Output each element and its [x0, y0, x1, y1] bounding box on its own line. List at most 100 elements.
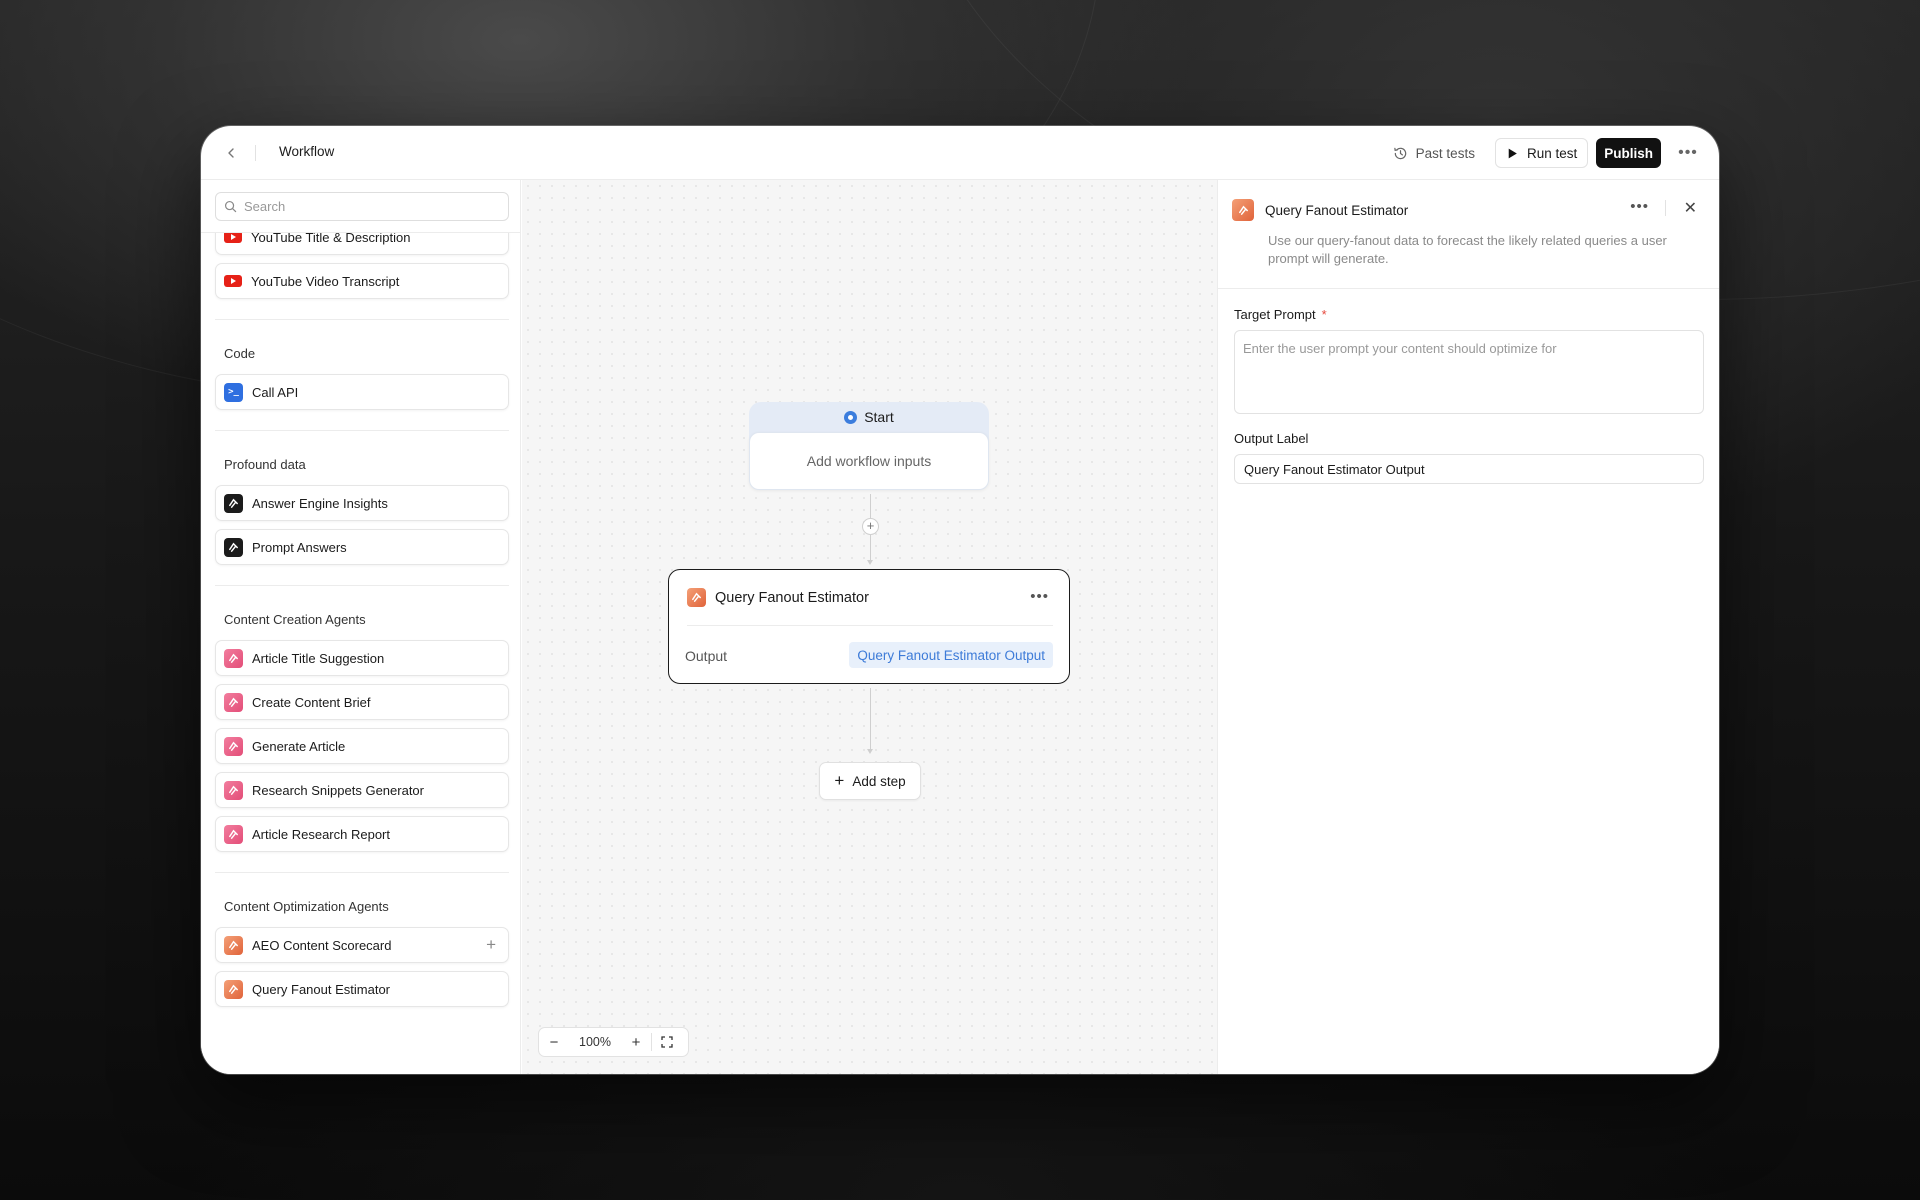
start-icon — [844, 410, 858, 424]
sidebar-item-call-api[interactable]: >_ Call API — [215, 374, 509, 410]
history-icon — [1393, 147, 1406, 159]
app-window: Workflow Past tests Run test Publish ••• — [201, 126, 1719, 1074]
sidebar-item-youtube-video-transcript[interactable]: YouTube Video Transcript — [215, 263, 509, 299]
zoom-controls: − 100% + — [538, 1027, 689, 1057]
add-step-label: Add step — [852, 773, 906, 789]
sidebar-item-prompt-answers[interactable]: Prompt Answers — [215, 529, 509, 565]
run-test-button[interactable]: Run test — [1494, 138, 1589, 168]
sidebar-item-answer-engine-insights[interactable]: Answer Engine Insights — [215, 485, 509, 521]
header-divider — [255, 145, 256, 161]
sidebar-item-article-research-report[interactable]: Article Research Report — [215, 816, 509, 852]
search-input[interactable] — [244, 199, 494, 214]
page-title: Workflow — [279, 144, 335, 159]
top-bar: Workflow Past tests Run test Publish ••• — [201, 126, 1719, 180]
zoom-out-button[interactable]: − — [539, 1027, 569, 1057]
search-box — [215, 192, 509, 221]
play-icon — [1508, 148, 1517, 158]
youtube-icon — [224, 233, 242, 243]
required-marker: * — [1321, 307, 1327, 322]
step-output-badge: Query Fanout Estimator Output — [849, 642, 1053, 668]
connector-arrow-icon — [867, 749, 873, 754]
fullscreen-icon — [661, 1036, 673, 1048]
step-more-icon[interactable]: ••• — [1030, 588, 1049, 605]
step-list: YouTube Title & Description YouTube Vide… — [201, 233, 520, 1074]
past-tests-button[interactable]: Past tests — [1381, 138, 1487, 168]
panel-header-divider — [1665, 200, 1666, 216]
agent-icon — [224, 692, 243, 712]
agent-icon — [224, 648, 243, 668]
sidebar-item-label: YouTube Title & Description — [251, 233, 411, 245]
step-node-query-fanout-estimator[interactable]: Query Fanout Estimator ••• Output Query … — [668, 569, 1070, 684]
target-prompt-label: Target Prompt * — [1234, 307, 1327, 322]
group-label-content-optimization: Content Optimization Agents — [224, 899, 389, 914]
zoom-in-button[interactable]: + — [621, 1027, 651, 1057]
target-prompt-label-text: Target Prompt — [1234, 307, 1316, 322]
sidebar-item-query-fanout-estimator[interactable]: Query Fanout Estimator — [215, 971, 509, 1007]
start-node[interactable]: Start Add workflow inputs — [749, 402, 989, 490]
search-icon — [224, 200, 237, 213]
sidebar-item-label: Call API — [252, 384, 299, 400]
sidebar-item-create-content-brief[interactable]: Create Content Brief — [215, 684, 509, 720]
group-label-code: Code — [224, 346, 256, 361]
agent-icon — [687, 588, 706, 607]
add-step-button[interactable]: + Add step — [819, 762, 921, 800]
sidebar-item-label: Answer Engine Insights — [252, 495, 388, 511]
more-options-icon[interactable]: ••• — [1675, 138, 1701, 168]
add-workflow-inputs-button[interactable]: Add workflow inputs — [749, 432, 989, 490]
group-label-content-creation: Content Creation Agents — [224, 612, 366, 627]
run-test-label: Run test — [1526, 145, 1578, 161]
connector-line — [870, 535, 871, 561]
group-divider — [215, 585, 509, 586]
agent-icon — [1232, 199, 1254, 221]
output-label-field[interactable] — [1234, 454, 1704, 484]
connector-line — [870, 494, 871, 518]
panel-title: Query Fanout Estimator — [1265, 202, 1409, 218]
publish-button[interactable]: Publish — [1596, 138, 1661, 168]
sidebar-item-research-snippets-generator[interactable]: Research Snippets Generator — [215, 772, 509, 808]
step-library-sidebar: YouTube Title & Description YouTube Vide… — [201, 180, 521, 1074]
fit-view-button[interactable] — [652, 1027, 682, 1057]
close-icon[interactable]: ✕ — [1684, 198, 1697, 218]
group-divider — [215, 872, 509, 873]
start-node-header: Start — [749, 402, 989, 432]
chevron-left-icon — [228, 148, 234, 158]
youtube-icon — [224, 275, 242, 287]
terminal-icon: >_ — [224, 382, 243, 402]
panel-more-icon[interactable]: ••• — [1630, 198, 1649, 215]
group-divider — [215, 319, 509, 320]
agent-icon — [224, 979, 243, 999]
zoom-level: 100% — [579, 1035, 611, 1049]
plus-icon: + — [834, 771, 845, 790]
workflow-canvas[interactable]: Start Add workflow inputs + Query Fanout… — [522, 180, 1217, 1074]
back-button[interactable] — [219, 140, 243, 166]
header-actions: Past tests Run test Publish ••• — [1381, 138, 1701, 168]
group-label-profound-data: Profound data — [224, 457, 306, 472]
target-prompt-field[interactable] — [1234, 330, 1704, 414]
add-icon[interactable]: + — [486, 936, 496, 953]
sidebar-item-label: Prompt Answers — [252, 539, 347, 555]
sidebar-item-label: Query Fanout Estimator — [252, 981, 390, 997]
agent-icon — [224, 736, 243, 756]
insert-step-button[interactable]: + — [862, 518, 879, 535]
step-output-label: Output — [685, 648, 728, 664]
sidebar-item-label: AEO Content Scorecard — [252, 937, 392, 953]
step-node-title: Query Fanout Estimator — [715, 589, 869, 606]
sidebar-item-label: Generate Article — [252, 738, 346, 754]
profound-logo-icon — [224, 493, 243, 513]
sidebar-item-generate-article[interactable]: Generate Article — [215, 728, 509, 764]
agent-icon — [224, 935, 243, 955]
sidebar-item-article-title-suggestion[interactable]: Article Title Suggestion — [215, 640, 509, 676]
sidebar-item-aeo-content-scorecard[interactable]: AEO Content Scorecard + — [215, 927, 509, 963]
sidebar-item-label: Article Title Suggestion — [252, 650, 385, 666]
agent-icon — [224, 824, 243, 844]
sidebar-item-youtube-title-description[interactable]: YouTube Title & Description — [215, 233, 509, 255]
step-config-panel: Query Fanout Estimator ••• ✕ Use our que… — [1217, 180, 1719, 1074]
panel-divider — [1218, 288, 1719, 289]
connector-line — [870, 688, 871, 750]
panel-description: Use our query-fanout data to forecast th… — [1268, 233, 1667, 266]
connector-arrow-icon — [867, 560, 873, 565]
start-label: Start — [864, 409, 894, 425]
profound-logo-icon — [224, 537, 243, 557]
past-tests-label: Past tests — [1415, 145, 1475, 161]
sidebar-item-label: Create Content Brief — [252, 694, 371, 710]
